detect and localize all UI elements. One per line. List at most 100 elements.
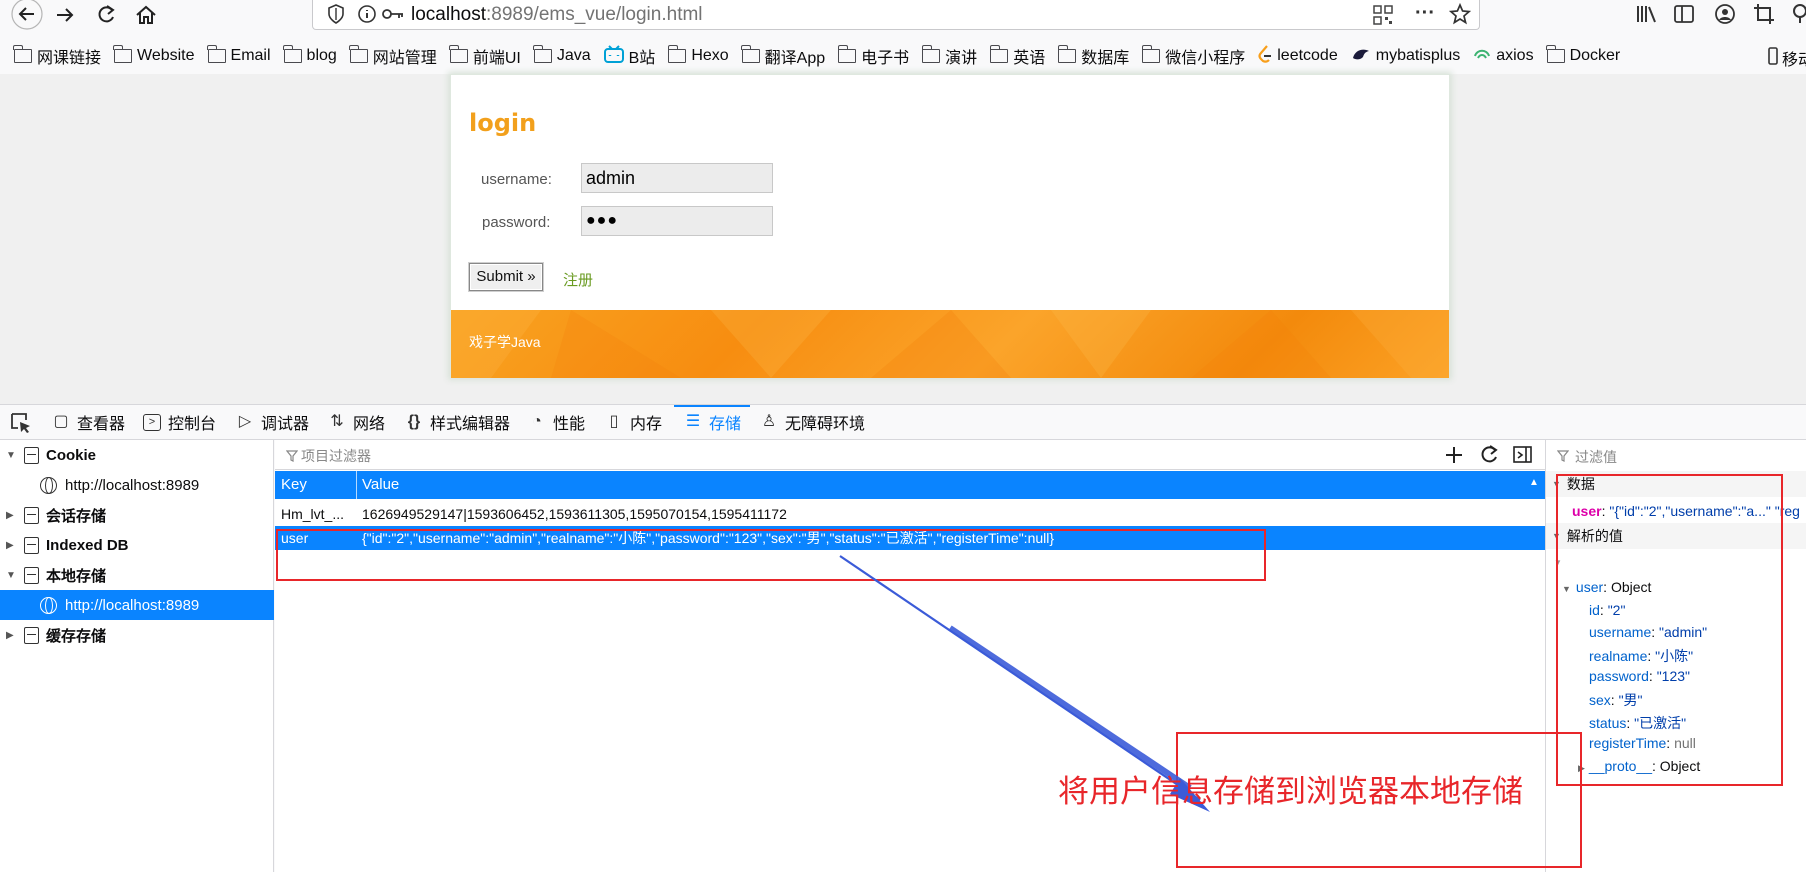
bookmark-item[interactable]: Hexo: [667, 45, 729, 65]
tree-item-cookie[interactable]: ▼ Cookie: [0, 440, 274, 470]
folder-icon: [667, 45, 687, 63]
item-filter-input[interactable]: 项目过滤器: [301, 446, 371, 466]
bookmark-item[interactable]: 翻译App: [741, 44, 825, 68]
tab-label: 网络: [353, 416, 386, 433]
tab-style-editor[interactable]: {} 样式编辑器: [405, 405, 510, 439]
tree-label: 本地存储: [46, 567, 107, 585]
tab-label: 性能: [553, 416, 586, 433]
key-icon[interactable]: [381, 6, 405, 26]
tab-console[interactable]: > 控制台: [143, 405, 216, 439]
reload-icon[interactable]: [89, 0, 123, 30]
pick-element-icon[interactable]: [10, 412, 32, 438]
tree-label: http://localhost:8989: [65, 476, 200, 494]
info-icon[interactable]: [357, 4, 377, 28]
network-icon: ⇅: [330, 413, 344, 430]
tab-storage[interactable]: ☰ 存储: [684, 405, 741, 439]
bookmark-item[interactable]: Java: [533, 45, 591, 65]
add-item-icon[interactable]: [1443, 444, 1465, 470]
bookmark-label: mybatisplus: [1375, 47, 1461, 64]
expanded-icon[interactable]: ▼: [6, 570, 16, 581]
bookmark-item[interactable]: 电子书: [837, 44, 909, 68]
url-bar[interactable]: localhost:8989/ems_vue/login.html ···: [312, 0, 1480, 30]
tab-label: 无障碍环境: [785, 416, 866, 433]
back-icon[interactable]: [10, 0, 44, 30]
password-input[interactable]: ●●●: [581, 206, 773, 236]
library-icon[interactable]: [1636, 4, 1658, 28]
folder-icon: [921, 45, 941, 63]
bilibili-icon: [603, 44, 624, 68]
bookmark-label: 前端UI: [472, 50, 521, 67]
bookmark-item[interactable]: 前端UI: [449, 44, 521, 68]
bookmark-item[interactable]: 英语: [989, 44, 1045, 68]
bookmark-label: axios: [1496, 47, 1534, 64]
login-card: login username: admin password: ●●● Subm…: [450, 74, 1450, 378]
qr-icon[interactable]: [1373, 5, 1393, 29]
folder-icon: [282, 45, 302, 63]
column-header-value[interactable]: Value: [362, 476, 399, 493]
register-link[interactable]: 注册: [563, 269, 593, 290]
tab-performance[interactable]: ◔ 性能: [528, 405, 585, 439]
star-icon[interactable]: [1448, 2, 1472, 29]
tree-item-local-host[interactable]: http://localhost:8989: [0, 590, 274, 620]
folder-icon: [1141, 45, 1161, 63]
url-text[interactable]: localhost:8989/ems_vue/login.html: [411, 4, 703, 26]
bookmark-item[interactable]: Website: [113, 45, 195, 65]
tree-item-cache-storage[interactable]: ▶ 缓存存储: [0, 620, 274, 650]
tree-item-session-storage[interactable]: ▶ 会话存储: [0, 500, 274, 530]
account-icon[interactable]: [1714, 3, 1736, 29]
bookmark-item[interactable]: 数据库: [1057, 44, 1129, 68]
collapsed-icon[interactable]: ▶: [6, 540, 16, 551]
bookmark-item[interactable]: 演讲: [921, 44, 977, 68]
url-path: :8989/ems_vue/login.html: [486, 4, 703, 25]
tab-label: 控制台: [168, 416, 217, 433]
shield-icon[interactable]: [327, 4, 345, 28]
collapsed-icon[interactable]: ▶: [6, 510, 16, 521]
tab-inspector[interactable]: ▢ 查看器: [52, 405, 125, 439]
value-filter-input[interactable]: 过滤值: [1575, 447, 1617, 467]
bookmark-item[interactable]: 网课链接: [13, 44, 101, 68]
bookmark-item[interactable]: mybatisplus: [1351, 46, 1460, 67]
bookmark-item[interactable]: Email: [206, 45, 271, 65]
forward-icon[interactable]: [48, 0, 82, 30]
username-input[interactable]: admin: [581, 163, 773, 193]
tree-item-cookie-host[interactable]: http://localhost:8989: [0, 470, 274, 500]
refresh-icon[interactable]: [1478, 444, 1500, 470]
inspector-icon: ▢: [53, 413, 69, 430]
page-viewport: login username: admin password: ●●● Subm…: [0, 74, 1806, 404]
tree-label: http://localhost:8989: [65, 596, 200, 614]
bookmark-item[interactable]: axios: [1473, 46, 1534, 67]
expanded-icon[interactable]: ▼: [6, 450, 16, 461]
bookmark-item[interactable]: leetcode: [1258, 44, 1338, 68]
login-title: login: [469, 109, 537, 137]
storage-tree: ▼ Cookie http://localhost:8989 ▶ 会话存储 ▶ Ind…: [0, 440, 274, 872]
folder-icon: [113, 45, 133, 63]
tree-item-indexeddb[interactable]: ▶ Indexed DB: [0, 530, 274, 560]
storage-icon: [24, 566, 39, 584]
bookmark-item[interactable]: blog: [282, 45, 337, 65]
sidebar-icon[interactable]: [1674, 4, 1694, 28]
bookmark-item[interactable]: 微信小程序: [1141, 44, 1245, 68]
tab-memory[interactable]: ▯ 内存: [605, 405, 662, 439]
crop-icon[interactable]: [1753, 3, 1775, 29]
submit-button[interactable]: Submit »: [469, 263, 543, 291]
bookmark-item[interactable]: 网站管理: [349, 44, 437, 68]
tab-debugger[interactable]: ▷ 调试器: [236, 405, 309, 439]
bookmark-item[interactable]: Docker: [1545, 45, 1621, 65]
storage-icon: [24, 536, 39, 554]
tree-item-local-storage[interactable]: ▼ 本地存储: [0, 560, 274, 590]
table-row[interactable]: Hm_lvt_... 1626949529147|1593606452,1593…: [275, 502, 1545, 526]
column-header-key[interactable]: Key: [281, 476, 307, 493]
home-icon[interactable]: [129, 0, 163, 30]
tab-accessibility[interactable]: ♙ 无障碍环境: [760, 405, 865, 439]
extension-icon[interactable]: [1790, 3, 1806, 29]
debugger-icon: ▷: [238, 413, 252, 430]
bookmark-item[interactable]: 移动: [1768, 46, 1806, 70]
folder-icon: [206, 45, 226, 63]
toggle-sidebar-icon[interactable]: [1513, 445, 1533, 469]
bookmark-label: Docker: [1569, 47, 1621, 64]
collapsed-icon[interactable]: ▶: [6, 630, 16, 641]
tab-network[interactable]: ⇅ 网络: [328, 405, 385, 439]
more-icon[interactable]: ···: [1415, 2, 1435, 25]
column-divider[interactable]: [356, 471, 357, 499]
bookmark-item[interactable]: B站: [603, 44, 655, 68]
